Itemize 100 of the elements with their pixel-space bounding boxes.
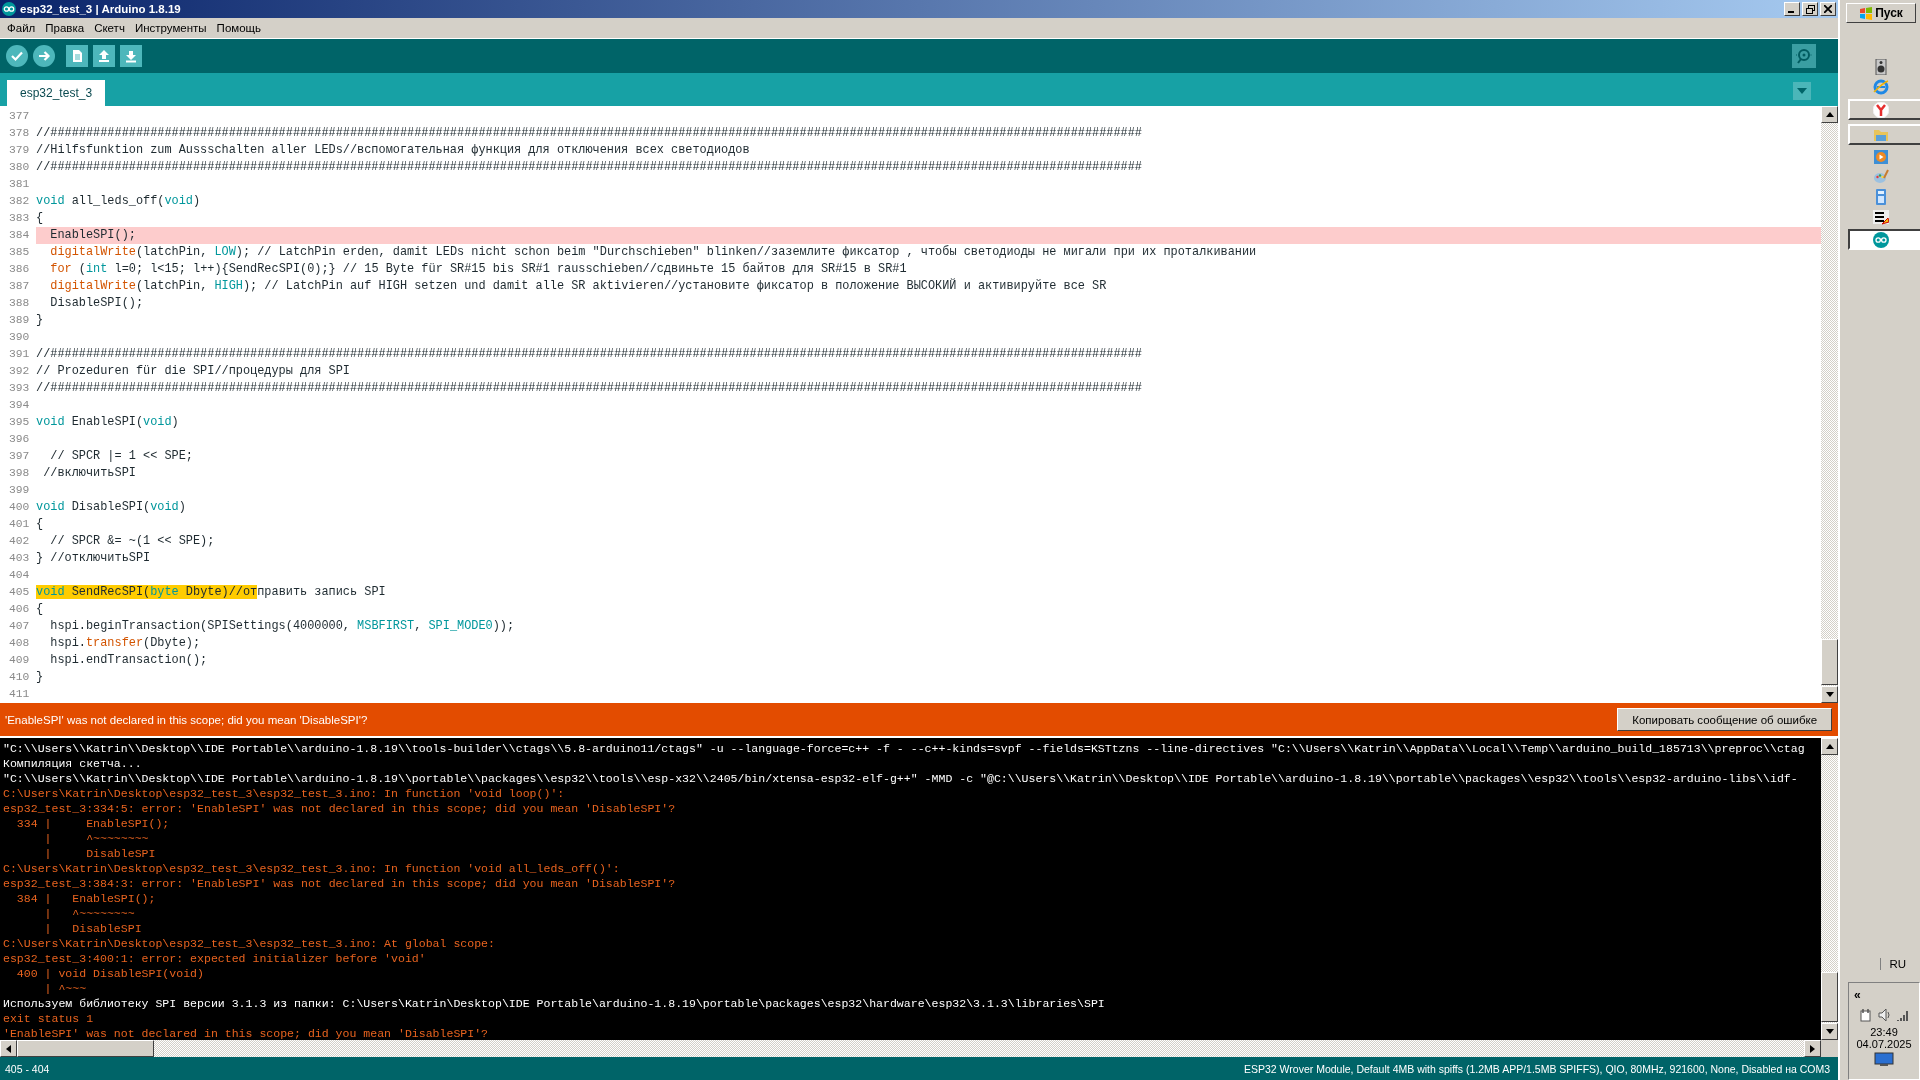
windows-logo-icon [1859, 6, 1874, 20]
console-line: Компиляция скетча... [3, 756, 143, 771]
line-number: 394 [8, 398, 31, 413]
code-line: } //отключитьSPI [36, 550, 152, 567]
line-number: 411 [8, 687, 31, 702]
restore-button[interactable] [1802, 2, 1819, 16]
line-number: 388 [8, 296, 31, 311]
code-line: hspi.beginTransaction(SPISettings(4000000, MSBFIRST, SPI_MODE0)); [49, 618, 516, 635]
media-player-icon[interactable] [1873, 149, 1889, 165]
vertical-scrollbar[interactable] [1821, 738, 1839, 1040]
browser-icon [1873, 101, 1889, 118]
window-title: esp32_test_3 | Arduino 1.8.19 [20, 3, 182, 15]
line-number: 392 [8, 364, 31, 379]
line-number: 404 [8, 568, 31, 583]
error-output-line: esp32_test_3:400:1: error: expected initializer before 'void' [3, 951, 427, 966]
error-output-line: | ^~~~~~~~~ [43, 906, 136, 921]
line-number: 382 [8, 194, 31, 209]
taskbar-button[interactable] [1848, 229, 1920, 250]
line-number: 399 [8, 483, 31, 498]
clock-time: 23:49 [1870, 1026, 1898, 1038]
arrow-right-icon [36, 48, 52, 64]
scroll-thumb[interactable] [1821, 639, 1839, 685]
line-number: 409 [8, 653, 31, 668]
signal-icon[interactable] [1896, 1008, 1908, 1022]
code-line: { [36, 516, 45, 533]
line-number: 408 [8, 636, 31, 651]
code-line: void EnableSPI(void) [36, 414, 180, 431]
error-output-line: 384 | EnableSPI(); [15, 891, 157, 906]
line-number: 377 [8, 109, 31, 124]
horizontal-scrollbar[interactable] [0, 1040, 1822, 1057]
copy-error-button[interactable]: Копировать сообщение об ошибке [1617, 708, 1833, 731]
console-line: "C:\\Users\\Katrin\\Desktop\\IDE Portable\\arduino-1.8.19\\portable\\packages\\esp32\\tools\\esp-x32\\2405/bin/xtensa-esp32-elf-g++" -MMD -c "@C:\\Users\\Katrin\\Desktop\\IDE Portable\\arduino-1.8.19\\portable\\packages\\esp32\\tools\\esp32-arduino-libs\\idf- [3, 771, 1799, 786]
caret-icon [1797, 88, 1808, 94]
line-number: 393 [8, 381, 31, 396]
close-button[interactable] [1820, 2, 1837, 16]
error-output-line: | DisableSPI [43, 921, 143, 936]
code-line: //Hilfsfunktion zum Aussschalten aller LEDs//вспомогательная функция для отключения всех светодиодов [36, 142, 751, 159]
tool-icon[interactable] [1873, 209, 1889, 225]
line-number: 402 [8, 534, 31, 549]
volume-icon[interactable] [1878, 1008, 1890, 1022]
line-number: 384 [8, 228, 31, 243]
app-icon [2, 2, 16, 16]
close-icon [1824, 5, 1833, 13]
code-line: } [36, 669, 45, 686]
language-indicator[interactable]: RU [1880, 958, 1906, 970]
error-output-line: | ^~~~~~~~~ [43, 831, 150, 846]
code-line: void all_leds_off(void) [36, 193, 202, 210]
restore-icon [1805, 4, 1815, 14]
vertical-scrollbar[interactable] [1821, 106, 1839, 703]
scroll-thumb[interactable] [1821, 972, 1839, 1022]
minimize-button[interactable] [1784, 2, 1801, 16]
arrow-up-icon [96, 48, 112, 64]
line-number: 387 [8, 279, 31, 294]
menu-item[interactable]: Инструменты [129, 22, 212, 34]
line-number: 405 [8, 585, 31, 600]
scroll-up-icon [1825, 744, 1834, 749]
upload-button[interactable] [33, 45, 55, 67]
error-output-line: 400 | void DisableSPI(void) [15, 966, 205, 981]
line-number: 396 [8, 432, 31, 447]
code-line: // Prozeduren für die SPI//процедуры для SPI [36, 363, 351, 380]
menu-item[interactable]: Файл [2, 22, 41, 34]
scroll-thumb[interactable] [17, 1040, 154, 1057]
error-output-line: | DisableSPI [43, 846, 157, 861]
start-button[interactable]: Пуск [1846, 3, 1916, 23]
show-desktop-icon[interactable] [1874, 1052, 1894, 1066]
error-output-line: exit status 1 [3, 1011, 95, 1026]
code-line: { [36, 210, 45, 227]
error-output-line: 334 | EnableSPI(); [15, 816, 171, 831]
search-icon [1795, 48, 1814, 64]
scroll-right-icon [1810, 1044, 1816, 1053]
line-number: 389 [8, 313, 31, 328]
code-line: //######################################################################################################################################################### [36, 380, 1143, 397]
code-line: { [36, 601, 45, 618]
code-line: hspi.transfer(Dbyte); [49, 635, 202, 652]
file-tab[interactable]: esp32_test_3 [7, 80, 106, 106]
line-number: 386 [8, 262, 31, 277]
code-line: //включитьSPI [42, 465, 137, 482]
code-line: digitalWrite(latchPin, LOW); // LatchPin erden, damit LEDs nicht schon beim "Durchschieben" blinken//заземлите фиксатор , чтобы светодиоды не мигали при их проталкивании [49, 244, 1258, 261]
tab-menu-button[interactable] [1793, 82, 1812, 100]
verify-button[interactable] [6, 45, 28, 67]
line-number: 400 [8, 500, 31, 515]
menu-item[interactable]: Правка [40, 22, 90, 34]
error-output-line: esp32_test_3:334:5: error: 'EnableSPI' was not declared in this scope; did you mean 'DisableSPI'? [3, 801, 677, 816]
line-number: 406 [8, 602, 31, 617]
arduino-icon [1873, 231, 1889, 248]
code-line: digitalWrite(latchPin, HIGH); // LatchPin auf HIGH setzen und damit alle SR aktivieren//установите фиксатор в положение ВЫСОКИЙ и активируйте все SR [49, 278, 1108, 295]
line-number: 407 [8, 619, 31, 634]
error-output-line: C:\Users\Katrin\Desktop\esp32_test_3\esp32_test_3.ino: At global scope: [3, 936, 496, 951]
code-line: //######################################################################################################################################################### [36, 346, 1143, 363]
tray-expand-button[interactable]: « [1854, 988, 1861, 1002]
menu-item[interactable]: Скетч [89, 22, 130, 34]
error-output-line: esp32_test_3:384:3: error: 'EnableSPI' was not declared in this scope; did you mean 'DisableSPI'? [3, 876, 677, 891]
console-line: Используем библиотеку SPI версии 3.1.3 из папки: C:\Users\Katrin\Desktop\IDE Portable\arduino-1.8.19\portable\packages\esp32\hardware\esp32\3.1.3\libraries\SPI [3, 996, 1106, 1011]
line-number: 395 [8, 415, 31, 430]
speaker-icon[interactable] [1873, 59, 1889, 75]
scroll-up-icon [1825, 112, 1834, 117]
line-number: 380 [8, 160, 31, 175]
error-output-line: C:\Users\Katrin\Desktop\esp32_test_3\esp32_test_3.ino: In function 'void all_leds_off()': [3, 861, 621, 876]
menu-item[interactable]: Помощь [211, 22, 267, 34]
line-number: 379 [8, 143, 31, 158]
